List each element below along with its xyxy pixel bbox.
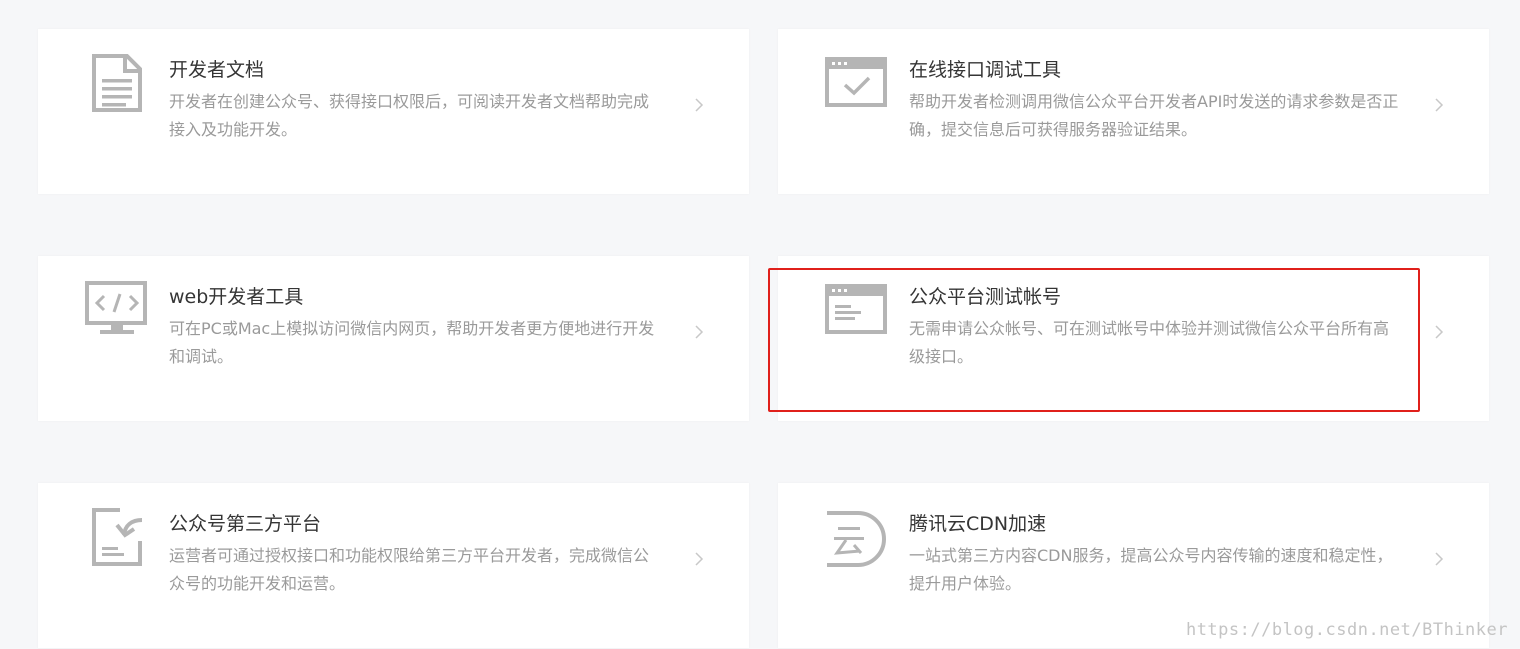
chevron-right-icon: [1432, 322, 1446, 342]
chevron-right-icon: [692, 95, 706, 115]
card-web-devtools[interactable]: web开发者工具 可在PC或Mac上模拟访问微信内网页，帮助开发者更方便地进行开…: [38, 256, 749, 421]
card-api-debug-tool[interactable]: 在线接口调试工具 帮助开发者检测调用微信公众平台开发者API时发送的请求参数是否…: [778, 29, 1489, 194]
card-title: 公众号第三方平台: [169, 513, 322, 535]
card-description: 帮助开发者检测调用微信公众平台开发者API时发送的请求参数是否正确，提交信息后可…: [909, 92, 1399, 139]
card-title: 腾讯云CDN加速: [909, 513, 1047, 535]
chevron-right-icon: [692, 322, 706, 342]
chevron-right-icon: [692, 549, 706, 569]
card-title: 开发者文档: [169, 59, 265, 81]
card-title: 在线接口调试工具: [909, 59, 1062, 81]
card-test-account[interactable]: 公众平台测试帐号 无需申请公众帐号、可在测试帐号中体验并测试微信公众平台所有高级…: [778, 256, 1489, 421]
card-description: 开发者在创建公众号、获得接口权限后，可阅读开发者文档帮助完成接入及功能开发。: [169, 92, 650, 139]
checkmark-window-icon: [824, 53, 890, 113]
watermark: https://blog.csdn.net/BThinker: [1185, 620, 1508, 640]
third-party-document-icon: [84, 507, 150, 567]
code-monitor-icon: [84, 280, 150, 340]
card-description: 可在PC或Mac上模拟访问微信内网页，帮助开发者更方便地进行开发和调试。: [169, 319, 655, 366]
document-icon: [84, 53, 150, 113]
card-title: web开发者工具: [169, 286, 304, 308]
card-title: 公众平台测试帐号: [909, 286, 1062, 308]
chevron-right-icon: [1432, 95, 1446, 115]
card-developer-docs[interactable]: 开发者文档 开发者在创建公众号、获得接口权限后，可阅读开发者文档帮助完成接入及功…: [38, 29, 749, 194]
card-description: 运营者可通过授权接口和功能权限给第三方平台开发者，完成微信公众号的功能开发和运营…: [169, 546, 650, 593]
browser-window-icon: [824, 280, 890, 340]
cloud-cdn-icon: [824, 507, 890, 567]
card-description: 一站式第三方内容CDN服务，提高公众号内容传输的速度和稳定性，提升用户体验。: [909, 546, 1393, 593]
chevron-right-icon: [1432, 549, 1446, 569]
card-description: 无需申请公众帐号、可在测试帐号中体验并测试微信公众平台所有高级接口。: [909, 319, 1390, 366]
card-third-party-platform[interactable]: 公众号第三方平台 运营者可通过授权接口和功能权限给第三方平台开发者，完成微信公众…: [38, 483, 749, 648]
